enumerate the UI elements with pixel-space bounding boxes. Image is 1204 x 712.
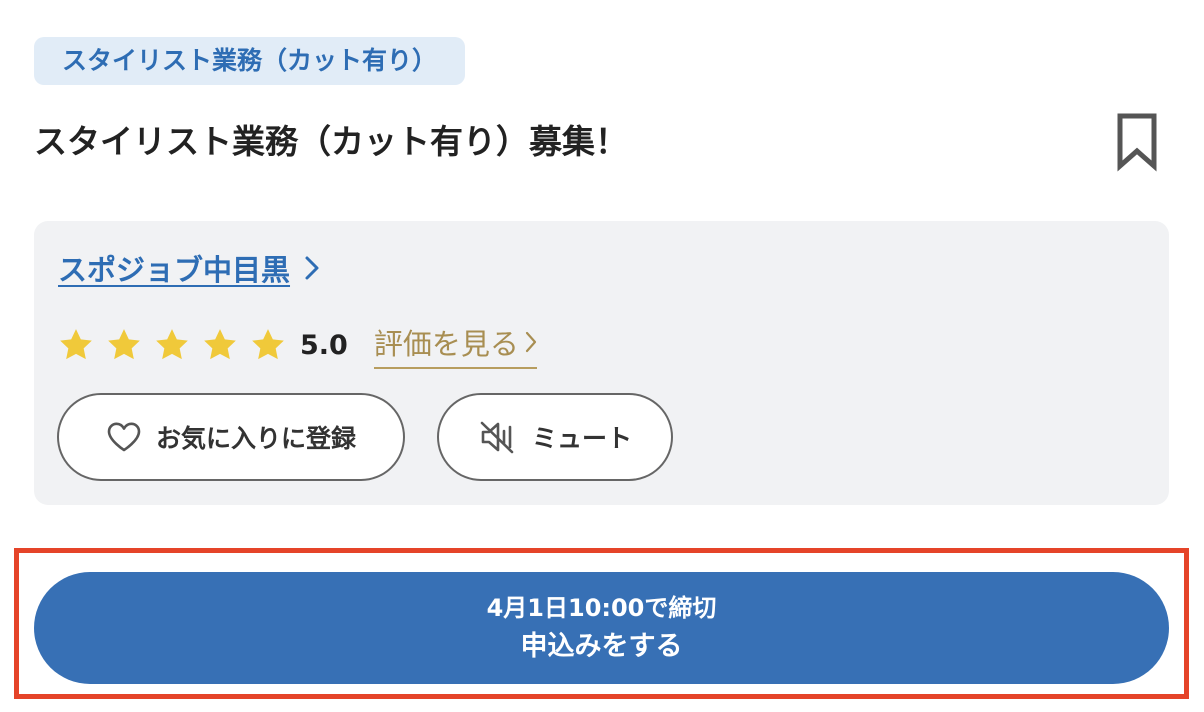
rating-row: 5.0 評価を見る bbox=[56, 321, 537, 369]
favorite-button[interactable]: お気に入りに登録 bbox=[57, 393, 405, 481]
company-link[interactable]: スポジョブ中目黒 bbox=[58, 247, 320, 289]
star-rating bbox=[56, 325, 288, 365]
heart-icon bbox=[107, 422, 141, 452]
star-icon bbox=[252, 329, 284, 360]
star-icon bbox=[204, 329, 236, 360]
chevron-right-icon bbox=[305, 256, 319, 280]
favorite-button-label: お気に入りに登録 bbox=[155, 424, 356, 453]
speaker-muted-icon bbox=[480, 421, 514, 454]
reviews-link-label[interactable]: 評価を見る bbox=[374, 321, 519, 363]
bookmark-button[interactable] bbox=[1114, 112, 1160, 172]
star-icon bbox=[156, 329, 188, 360]
bookmark-icon bbox=[1117, 113, 1157, 172]
deadline-text: 4月1日10:00で締切 bbox=[486, 594, 717, 622]
company-name[interactable]: スポジョブ中目黒 bbox=[58, 247, 290, 289]
apply-button[interactable]: 4月1日10:00で締切 申込みをする bbox=[34, 572, 1169, 684]
reviews-link[interactable]: 評価を見る bbox=[373, 321, 537, 369]
rating-value: 5.0 bbox=[300, 329, 348, 361]
star-icon bbox=[60, 329, 92, 360]
chevron-right-icon bbox=[525, 331, 536, 353]
company-card: スポジョブ中目黒 5.0 評価を見る お気に入りに登録 ミュート bbox=[34, 221, 1169, 505]
category-tag: スタイリスト業務（カット有り） bbox=[34, 37, 466, 85]
mute-button[interactable]: ミュート bbox=[437, 393, 673, 481]
mute-button-label: ミュート bbox=[531, 424, 632, 453]
apply-button-label: 申込みをする bbox=[520, 631, 683, 662]
job-title: スタイリスト業務（カット有り）募集！ bbox=[34, 122, 628, 161]
star-icon bbox=[108, 329, 140, 360]
